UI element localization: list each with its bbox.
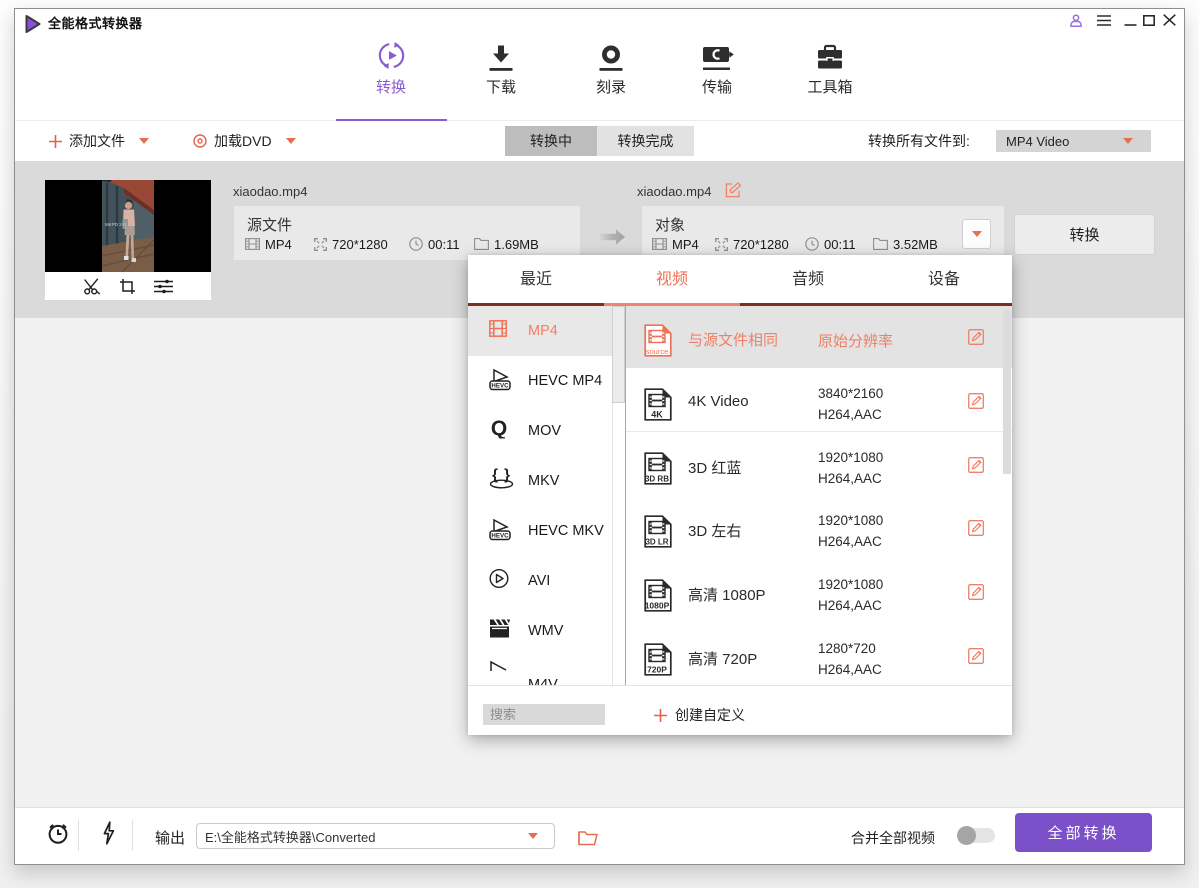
svg-text:HEVC: HEVC <box>491 383 509 390</box>
svg-text:HEVC: HEVC <box>491 533 509 540</box>
svg-text:4K: 4K <box>651 410 663 420</box>
svg-text:720P: 720P <box>647 665 667 675</box>
svg-text:1080P: 1080P <box>645 601 670 611</box>
svg-text:Q: Q <box>491 419 507 439</box>
svg-text:source: source <box>646 347 669 356</box>
svg-text:3D LR: 3D LR <box>645 538 668 547</box>
svg-text:3D RB: 3D RB <box>645 475 669 484</box>
svg-text:MKPD 2-N: MKPD 2-N <box>105 222 127 227</box>
